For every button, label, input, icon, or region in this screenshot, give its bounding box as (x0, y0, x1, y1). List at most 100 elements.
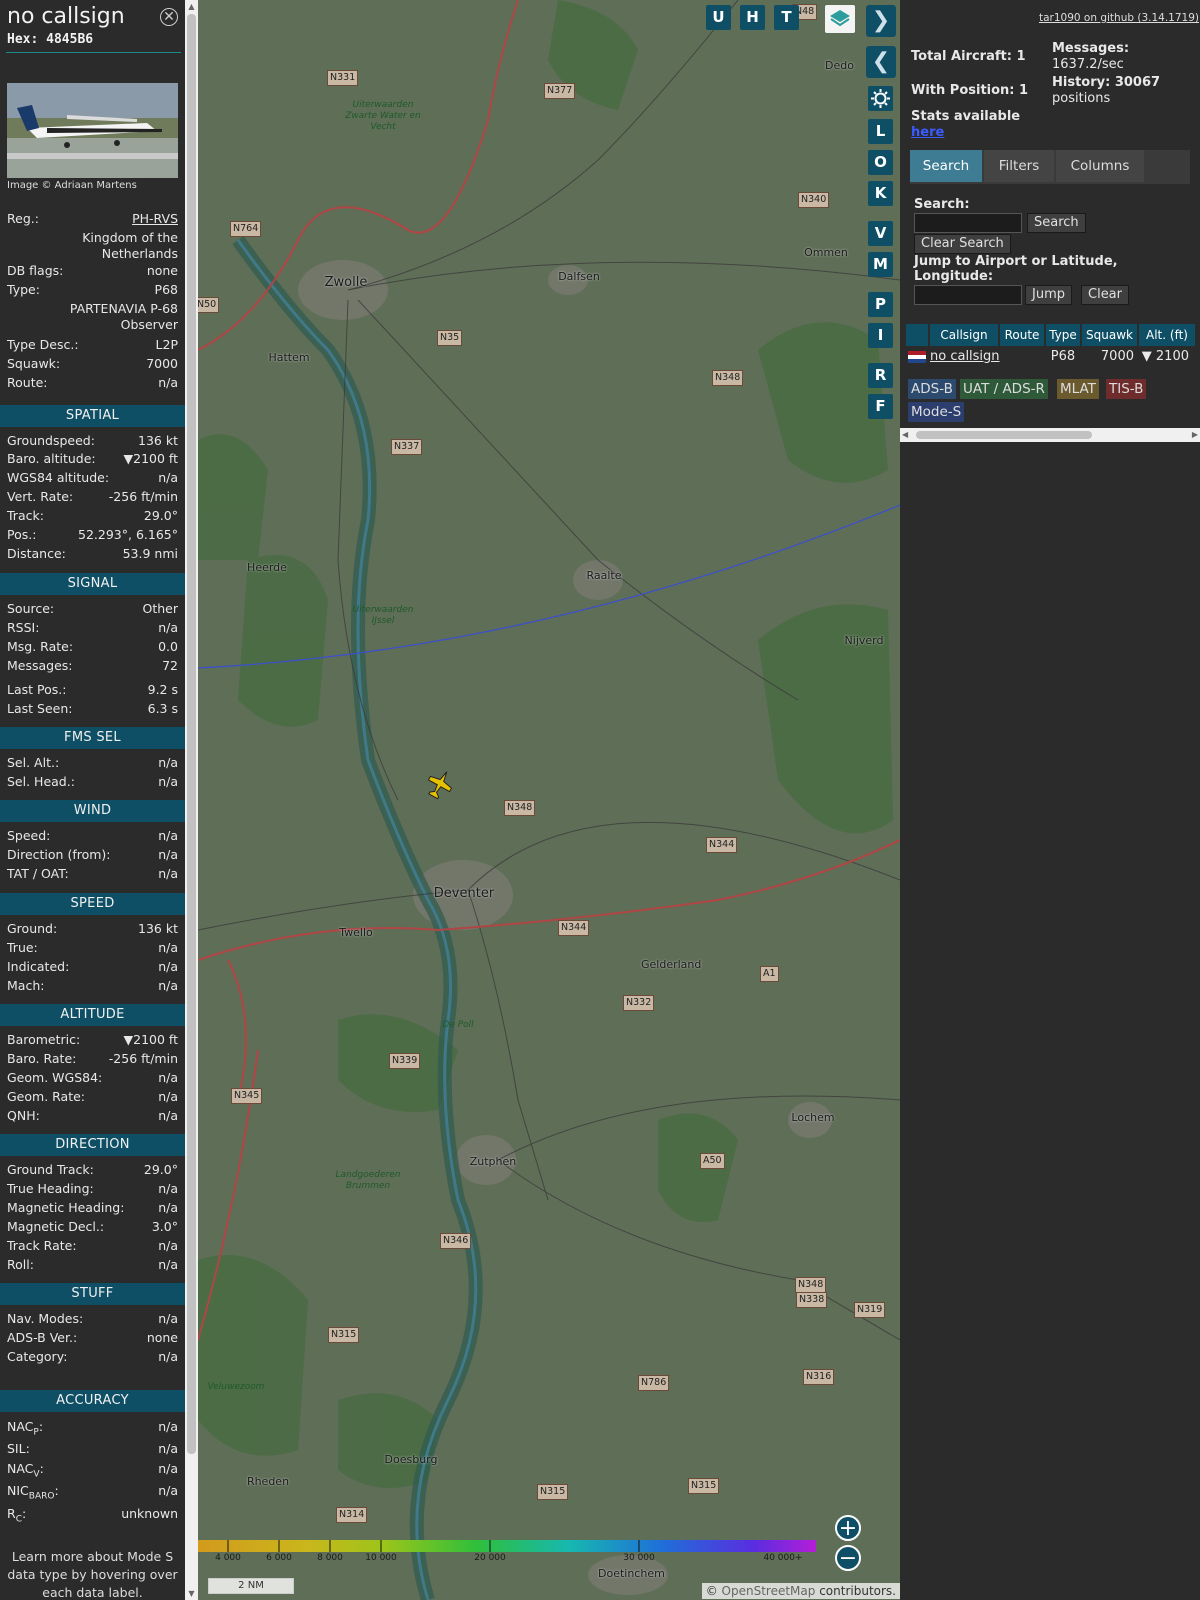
row-label[interactable]: True: (7, 940, 38, 955)
row-label[interactable]: Roll: (7, 1257, 34, 1272)
row-label[interactable]: Mach: (7, 978, 44, 993)
data-row: Source: Other (7, 601, 178, 619)
row-label[interactable]: True Heading: (7, 1181, 94, 1196)
map-button-v[interactable]: V (868, 221, 893, 246)
flag-column-header[interactable] (906, 324, 928, 346)
map-button-r[interactable]: R (868, 363, 893, 388)
scroll-left-icon[interactable]: ◀ (902, 428, 908, 442)
zoom-in-button[interactable]: + (835, 1515, 861, 1541)
scroll-up-icon[interactable]: ▲ (185, 0, 198, 13)
map-button-t[interactable]: T (774, 5, 799, 30)
row-label[interactable]: NICBARO: (7, 1483, 59, 1502)
map-button-p[interactable]: P (868, 292, 893, 317)
row-label[interactable]: Source: (7, 601, 54, 616)
row-label[interactable]: Speed: (7, 828, 50, 843)
row-label[interactable]: Last Seen: (7, 701, 72, 716)
osm-link[interactable]: OpenStreetMap (722, 1584, 816, 1598)
jump-input[interactable] (914, 285, 1022, 305)
row-label[interactable]: Barometric: (7, 1032, 80, 1047)
clear-search-button[interactable]: Clear Search (914, 234, 1011, 254)
row-label[interactable]: Track Rate: (7, 1238, 77, 1253)
scrollbar-thumb[interactable] (187, 14, 196, 1454)
map-button-i[interactable]: I (868, 323, 893, 348)
aircraft-photo[interactable] (7, 83, 178, 178)
row-label[interactable]: Sel. Head.: (7, 774, 75, 789)
row-label[interactable]: QNH: (7, 1108, 40, 1123)
row-value: n/a (158, 1483, 178, 1498)
row-label[interactable]: Msg. Rate: (7, 639, 73, 654)
tag-adsb[interactable]: ADS-B (908, 379, 956, 399)
search-input[interactable] (914, 213, 1022, 233)
row-label[interactable]: Ground: (7, 921, 57, 936)
github-link[interactable]: tar1090 on github (3.14.1719) (1039, 12, 1199, 24)
settings-button[interactable] (868, 86, 893, 111)
map-button-o[interactable]: O (868, 150, 893, 175)
row-label[interactable]: Nav. Modes: (7, 1311, 83, 1326)
column-header-squawk[interactable]: Squawk (1082, 324, 1137, 346)
row-label[interactable]: Indicated: (7, 959, 69, 974)
zoom-out-button[interactable]: − (835, 1545, 861, 1571)
table-horizontal-scrollbar[interactable]: ◀ ▶ (900, 428, 1200, 442)
map-button-f[interactable]: F (868, 394, 893, 419)
row-label[interactable]: Pos.: (7, 527, 36, 542)
row-callsign[interactable]: no callsign (930, 348, 1000, 366)
row-label[interactable]: Magnetic Heading: (7, 1200, 124, 1215)
tab-search[interactable]: Search (910, 150, 982, 182)
tag-tisb[interactable]: TIS-B (1106, 379, 1147, 399)
map-button-k[interactable]: K (868, 181, 893, 206)
row-label[interactable]: Groundspeed: (7, 433, 95, 448)
tag-uat[interactable]: UAT / ADS-R (960, 379, 1048, 399)
row-label[interactable]: Direction (from): (7, 847, 111, 862)
scroll-right-icon[interactable]: ▶ (1192, 428, 1198, 442)
row-label[interactable]: Geom. WGS84: (7, 1070, 102, 1085)
close-icon[interactable]: ✕ (160, 8, 178, 26)
aircraft-info-panel: no callsign Hex: 4845B6 ✕ Image © Adriaa… (0, 0, 185, 1600)
stats-link[interactable]: here (911, 125, 944, 140)
column-header-callsign[interactable]: Callsign (930, 324, 998, 346)
expand-sidebar-button[interactable]: ❯ (866, 5, 896, 37)
scroll-down-icon[interactable]: ▼ (185, 1587, 198, 1600)
row-label[interactable]: Ground Track: (7, 1162, 94, 1177)
row-label[interactable]: Baro. Rate: (7, 1051, 76, 1066)
search-button[interactable]: Search (1027, 213, 1086, 233)
map-button-m[interactable]: M (868, 252, 893, 277)
registration-link[interactable]: PH-RVS (132, 211, 178, 226)
info-panel-scrollbar[interactable]: ▲ ▼ (185, 0, 198, 1600)
row-label[interactable]: Sel. Alt.: (7, 755, 59, 770)
row-label[interactable]: Distance: (7, 546, 66, 561)
map-button-u[interactable]: U (706, 5, 731, 30)
row-label[interactable]: Magnetic Decl.: (7, 1219, 104, 1234)
tab-columns[interactable]: Columns (1056, 150, 1144, 182)
clear-button[interactable]: Clear (1081, 285, 1129, 305)
column-header-type[interactable]: Type (1046, 324, 1080, 346)
row-label[interactable]: RSSI: (7, 620, 39, 635)
tab-filters[interactable]: Filters (984, 150, 1054, 182)
collapse-sidebar-button[interactable]: ❮ (866, 46, 896, 78)
jump-button[interactable]: Jump (1025, 285, 1072, 305)
row-label-text: Pos.: (7, 527, 37, 542)
row-label[interactable]: Baro. altitude: (7, 451, 96, 466)
column-header-alt[interactable]: Alt. (ft) (1139, 324, 1195, 346)
row-label[interactable]: NACP: (7, 1419, 43, 1438)
row-label[interactable]: TAT / OAT: (7, 866, 69, 881)
nature-area-label: Uiterwaarden Zwarte Water en Vecht (345, 100, 421, 132)
row-label[interactable]: Messages: (7, 658, 73, 673)
map-button-h[interactable]: H (740, 5, 765, 30)
column-header-route[interactable]: Route (1000, 324, 1044, 346)
row-label[interactable]: SIL: (7, 1441, 30, 1456)
row-label[interactable]: WGS84 altitude: (7, 470, 109, 485)
row-label[interactable]: Last Pos.: (7, 682, 66, 697)
row-label[interactable]: NACV: (7, 1461, 44, 1480)
tag-mlat[interactable]: MLAT (1057, 379, 1099, 399)
row-label[interactable]: Track: (7, 508, 44, 523)
row-label[interactable]: ADS-B Ver.: (7, 1330, 77, 1345)
map-view[interactable]: Zwolle Hattem Dalfsen Ommen Heerde Raalte Nijv… (198, 0, 900, 1600)
scrollbar-thumb[interactable] (916, 431, 1092, 439)
tag-modes[interactable]: Mode-S (908, 402, 965, 422)
map-button-l[interactable]: L (868, 119, 893, 144)
row-label[interactable]: Geom. Rate: (7, 1089, 85, 1104)
row-label[interactable]: Vert. Rate: (7, 489, 73, 504)
row-label[interactable]: RC: (7, 1506, 26, 1525)
row-label[interactable]: Category: (7, 1349, 67, 1364)
layers-button[interactable] (825, 5, 855, 33)
